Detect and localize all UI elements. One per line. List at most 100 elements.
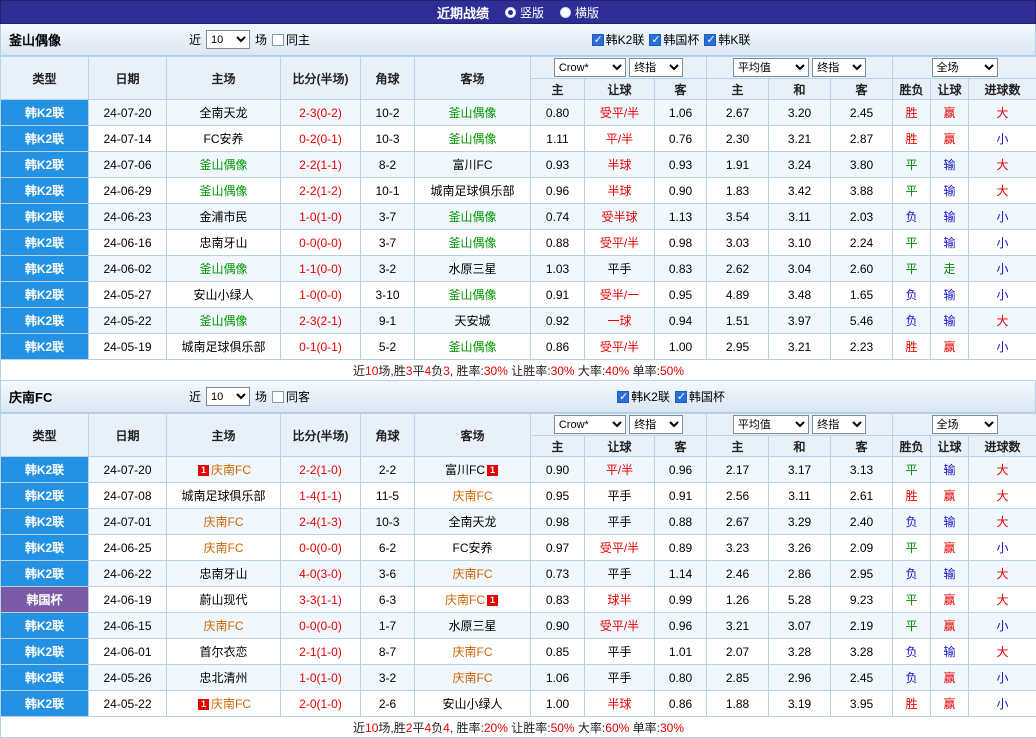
home-odds-cell: 0.85 xyxy=(531,639,585,665)
league-cell: 韩K2联 xyxy=(1,334,89,360)
handicap-result-cell: 输 xyxy=(931,230,969,256)
sub-header-avg-draw: 和 xyxy=(769,436,831,457)
checkbox-icon[interactable] xyxy=(617,391,629,403)
col-header-score: 比分(半场) xyxy=(281,57,361,100)
odds-stage-select[interactable]: 终指 xyxy=(629,58,683,77)
home-team-cell: 全南天龙 xyxy=(167,100,281,126)
checkbox-icon[interactable] xyxy=(592,34,604,46)
avg-stage-select[interactable]: 终指 xyxy=(812,415,866,434)
scope-select[interactable]: 全场 xyxy=(932,58,998,77)
same-venue-checkbox[interactable]: 同客 xyxy=(272,388,310,405)
summary-text: 3 xyxy=(443,364,450,378)
avg-draw-cell: 3.29 xyxy=(769,509,831,535)
score-cell: 2-3(2-1) xyxy=(281,308,361,334)
result-cell: 负 xyxy=(893,639,931,665)
checkbox-icon[interactable] xyxy=(649,34,661,46)
sub-header-away-odds: 客 xyxy=(655,79,707,100)
score-cell: 2-1(1-0) xyxy=(281,639,361,665)
avg-away-cell: 2.23 xyxy=(831,334,893,360)
summary-text: 20% xyxy=(484,721,508,735)
away-odds-cell: 0.90 xyxy=(655,178,707,204)
avg-odds-select[interactable]: 平均值 xyxy=(733,415,809,434)
avg-home-cell: 1.83 xyxy=(707,178,769,204)
score-cell: 0-0(0-0) xyxy=(281,535,361,561)
summary-text: 负 xyxy=(431,721,443,735)
team-name: 水原三星 xyxy=(448,262,496,276)
score-cell: 4-0(3-0) xyxy=(281,561,361,587)
league-filter-checkbox[interactable]: 韩国杯 xyxy=(649,31,699,48)
corners-cell: 9-1 xyxy=(361,308,415,334)
team-name: 庆南FC xyxy=(445,593,485,607)
checkbox-icon[interactable] xyxy=(704,34,716,46)
avg-stage-select[interactable]: 终指 xyxy=(812,58,866,77)
summary-text: 10 xyxy=(365,721,378,735)
sub-header-avg-home: 主 xyxy=(707,79,769,100)
league-filter-checkbox[interactable]: 韩国杯 xyxy=(675,388,725,405)
radio-label: 竖版 xyxy=(520,4,544,21)
layout-radio-vertical[interactable]: 竖版 xyxy=(505,4,544,21)
away-odds-cell: 0.96 xyxy=(655,613,707,639)
result-cell: 平 xyxy=(893,178,931,204)
league-filter-checkbox[interactable]: 韩K2联 xyxy=(592,31,645,48)
avg-draw-cell: 3.97 xyxy=(769,308,831,334)
avg-draw-cell: 3.21 xyxy=(769,126,831,152)
same-venue-checkbox[interactable]: 同主 xyxy=(272,31,310,48)
league-filter-checkbox[interactable]: 韩K联 xyxy=(704,31,750,48)
away-team-cell: 庆南FC xyxy=(415,483,531,509)
away-odds-cell: 0.94 xyxy=(655,308,707,334)
corners-cell: 5-2 xyxy=(361,334,415,360)
league-filter-label: 韩K联 xyxy=(718,31,750,48)
date-cell: 24-06-16 xyxy=(89,230,167,256)
odds-company-select[interactable]: Crow* xyxy=(554,58,626,77)
date-cell: 24-05-27 xyxy=(89,282,167,308)
away-team-cell: 釜山偶像 xyxy=(415,204,531,230)
summary-text: 让胜率: xyxy=(508,364,551,378)
goals-result-cell: 小 xyxy=(969,126,1036,152)
match-row: 韩K2联24-05-221庆南FC2-0(1-0)2-6安山小绿人1.00半球0… xyxy=(1,691,1036,717)
date-cell: 24-06-29 xyxy=(89,178,167,204)
team-section-header: 釜山偶像 近 10 场 同主 韩K2联韩国杯韩K联 xyxy=(0,24,1036,56)
corners-cell: 1-7 xyxy=(361,613,415,639)
sub-header-result: 胜负 xyxy=(893,436,931,457)
league-cell: 韩K2联 xyxy=(1,561,89,587)
home-odds-cell: 0.96 xyxy=(531,178,585,204)
team-name: 釜山偶像 xyxy=(448,340,496,354)
handicap-result-cell: 赢 xyxy=(931,100,969,126)
odds-stage-select[interactable]: 终指 xyxy=(629,415,683,434)
layout-radio-horizontal[interactable]: 横版 xyxy=(560,4,599,21)
scope-select[interactable]: 全场 xyxy=(932,415,998,434)
checkbox-icon[interactable] xyxy=(272,391,284,403)
corners-cell: 2-2 xyxy=(361,457,415,483)
team-name: 城南足球俱乐部 xyxy=(181,489,265,503)
match-count-select[interactable]: 10 xyxy=(206,30,250,49)
handicap-cell: 半球 xyxy=(585,178,655,204)
home-team-cell: 忠南牙山 xyxy=(167,561,281,587)
date-cell: 24-07-01 xyxy=(89,509,167,535)
match-count-select[interactable]: 10 xyxy=(206,387,250,406)
avg-odds-select[interactable]: 平均值 xyxy=(733,58,809,77)
summary-text: 30% xyxy=(551,364,575,378)
checkbox-icon[interactable] xyxy=(675,391,687,403)
league-filter-checkbox[interactable]: 韩K2联 xyxy=(617,388,670,405)
avg-home-cell: 3.54 xyxy=(707,204,769,230)
checkbox-icon[interactable] xyxy=(272,34,284,46)
avg-home-cell: 3.21 xyxy=(707,613,769,639)
sub-header-handicap: 让球 xyxy=(585,436,655,457)
date-cell: 24-07-20 xyxy=(89,457,167,483)
goals-result-cell: 小 xyxy=(969,230,1036,256)
avg-draw-cell: 3.11 xyxy=(769,204,831,230)
result-cell: 负 xyxy=(893,204,931,230)
handicap-cell: 平手 xyxy=(585,256,655,282)
page-title: 近期战绩 xyxy=(437,3,489,22)
home-team-cell: 蔚山现代 xyxy=(167,587,281,613)
avg-away-cell: 3.13 xyxy=(831,457,893,483)
result-cell: 负 xyxy=(893,665,931,691)
goals-result-cell: 大 xyxy=(969,639,1036,665)
team-name: 全南天龙 xyxy=(448,515,496,529)
team-name: 安山小绿人 xyxy=(442,697,502,711)
away-odds-cell: 0.91 xyxy=(655,483,707,509)
avg-home-cell: 2.56 xyxy=(707,483,769,509)
odds-company-select[interactable]: Crow* xyxy=(554,415,626,434)
league-cell: 韩K2联 xyxy=(1,100,89,126)
handicap-result-cell: 赢 xyxy=(931,535,969,561)
